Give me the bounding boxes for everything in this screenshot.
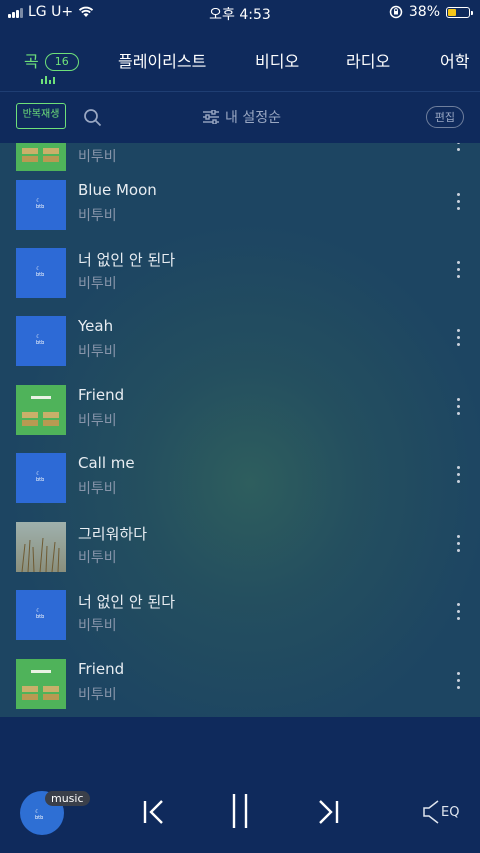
list-item[interactable]: ☾ btb Call me 비투비 <box>0 447 480 515</box>
list-item[interactable]: ☾ btb 너 없인 안 된다 비투비 <box>0 584 480 652</box>
album-art <box>16 143 66 171</box>
more-options-icon[interactable] <box>457 603 461 623</box>
sort-selector[interactable]: 내 설정순 <box>203 107 281 127</box>
category-tabs: 곡 16 플레이리스트 비디오 라디오 어학 <box>0 26 480 91</box>
svg-text:btb: btb <box>36 272 44 278</box>
list-toolbar: 반복재생 내 설정순 편집 <box>0 91 480 143</box>
album-art <box>16 659 66 709</box>
list-item[interactable]: Friend 비투비 <box>0 379 480 447</box>
song-title: Yeah <box>78 317 114 335</box>
song-artist: 비투비 <box>78 481 117 497</box>
song-artist: 비투비 <box>78 687 117 703</box>
more-options-icon[interactable] <box>457 261 461 281</box>
song-artist: 비투비 <box>78 149 117 165</box>
list-item[interactable]: ☾ btb Yeah 비투비 <box>0 310 480 378</box>
tab-songs-label: 곡 <box>24 52 39 71</box>
battery-percent: 38% <box>408 4 440 20</box>
song-artist: 비투비 <box>78 344 117 360</box>
pause-icon[interactable] <box>230 793 250 829</box>
album-art: ☾ btb <box>16 316 66 366</box>
eq-button[interactable]: EQ <box>423 800 459 824</box>
more-options-icon[interactable] <box>457 398 461 418</box>
tab-language[interactable]: 어학 <box>440 48 469 72</box>
more-options-icon[interactable] <box>457 672 461 692</box>
song-count-badge: 16 <box>44 53 79 71</box>
album-art <box>16 522 66 573</box>
song-title: Call me <box>78 454 135 472</box>
list-item[interactable]: Friend 비투비 <box>0 653 480 717</box>
previous-track-icon[interactable] <box>141 799 167 825</box>
search-icon[interactable] <box>83 108 102 127</box>
tab-playlists[interactable]: 플레이리스트 <box>118 48 206 72</box>
song-artist: 비투비 <box>78 276 117 292</box>
song-artist: 비투비 <box>78 550 117 566</box>
song-artist: 비투비 <box>78 413 117 429</box>
more-options-icon[interactable] <box>457 329 461 349</box>
song-title: Friend <box>78 386 125 404</box>
tab-radio[interactable]: 라디오 <box>346 48 390 72</box>
album-art: ☾ btb <box>16 180 66 230</box>
sliders-icon <box>203 110 219 124</box>
eq-label: EQ <box>441 804 460 820</box>
svg-text:btb: btb <box>36 340 44 346</box>
mini-player: ☾ btb music EQ <box>0 717 480 853</box>
song-title: 너 없인 안 된다 <box>78 593 176 611</box>
song-artist: 비투비 <box>78 618 117 634</box>
equalizer-indicator-icon <box>41 76 55 84</box>
sort-label: 내 설정순 <box>225 110 281 126</box>
song-artist: 비투비 <box>78 208 117 224</box>
list-item[interactable]: ☾ btb Blue Moon 비투비 <box>0 174 480 242</box>
next-track-icon[interactable] <box>315 799 341 825</box>
status-bar: LG U+ 오후 4:53 38% <box>0 0 480 26</box>
song-title: 그리워하다 <box>78 525 148 543</box>
svg-text:btb: btb <box>35 815 43 821</box>
album-art <box>16 385 66 435</box>
tab-songs[interactable]: 곡 16 <box>24 48 79 72</box>
list-item[interactable]: ☾ btb 너 없인 안 된다 비투비 <box>0 242 480 310</box>
song-title: 너 없인 안 된다 <box>78 251 176 269</box>
song-title: Blue Moon <box>78 181 157 199</box>
more-options-icon[interactable] <box>457 535 461 555</box>
orientation-lock-icon <box>389 5 403 19</box>
album-art: ☾ btb <box>16 453 66 503</box>
svg-text:btb: btb <box>36 204 44 210</box>
tab-videos[interactable]: 비디오 <box>255 48 299 72</box>
more-options-icon[interactable] <box>457 193 461 213</box>
repeat-button[interactable]: 반복재생 <box>16 103 66 129</box>
svg-text:btb: btb <box>36 477 44 483</box>
song-title: Friend <box>78 660 125 678</box>
more-options-icon[interactable] <box>457 143 461 154</box>
music-badge: music <box>45 791 90 806</box>
edit-button[interactable]: 편집 <box>425 106 464 128</box>
album-art: ☾ btb <box>16 590 66 640</box>
speaker-icon <box>423 800 439 824</box>
album-art: ☾ btb <box>16 248 66 298</box>
svg-text:btb: btb <box>36 614 44 620</box>
list-item[interactable]: 그리워하다 비투비 <box>0 516 480 584</box>
battery-icon <box>446 6 473 18</box>
song-list[interactable]: 비투비 ☾ btb Blue Moon 비투비 ☾ btb 너 없인 안 된다 비투… <box>0 143 480 717</box>
more-options-icon[interactable] <box>457 466 461 486</box>
